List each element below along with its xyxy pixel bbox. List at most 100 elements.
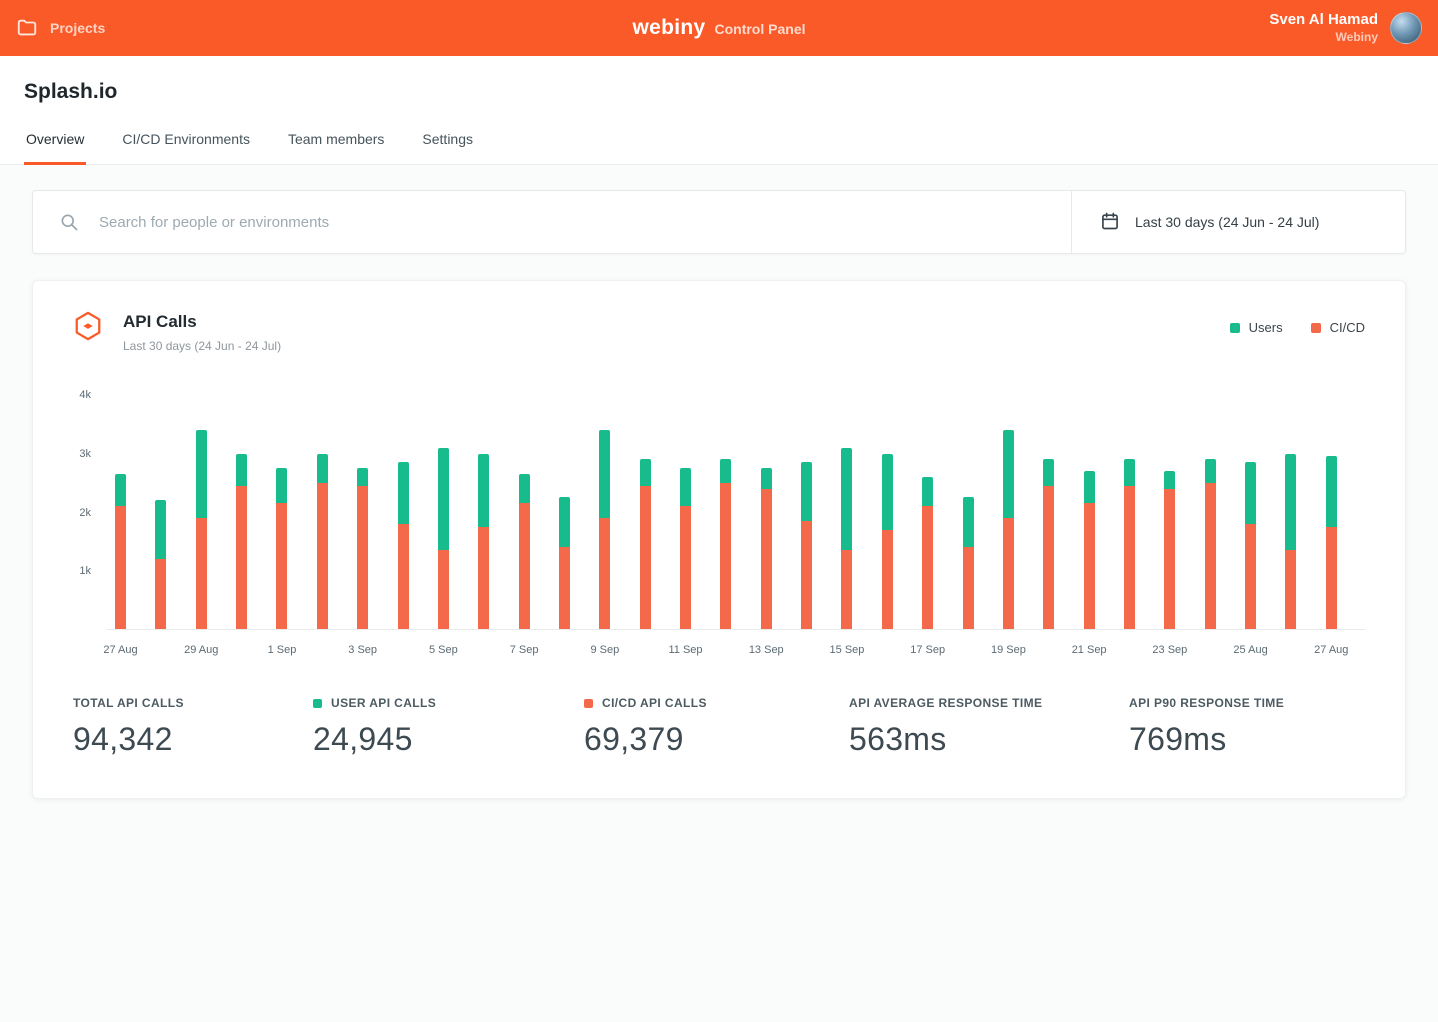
bar-segment-users[interactable]: [801, 462, 812, 521]
bar-segment-users[interactable]: [1245, 462, 1256, 523]
tab-overview[interactable]: Overview: [24, 131, 86, 165]
bar-segment-cicd[interactable]: [922, 506, 933, 629]
bar-segment-cicd[interactable]: [1326, 527, 1337, 629]
bar-segment-users[interactable]: [398, 462, 409, 523]
bar-segment-users[interactable]: [1084, 471, 1095, 503]
bar-segment-cicd[interactable]: [963, 547, 974, 629]
x-axis-label: 23 Sep: [1152, 644, 1187, 656]
bar-segment-cicd[interactable]: [1084, 503, 1095, 629]
bar-segment-users[interactable]: [1043, 459, 1054, 485]
bar-segment-cicd[interactable]: [1245, 524, 1256, 629]
bar-segment-cicd[interactable]: [761, 489, 772, 629]
bar-segment-cicd[interactable]: [398, 524, 409, 629]
y-axis-label: 1k: [79, 565, 91, 577]
stat-label-text: API P90 RESPONSE TIME: [1129, 696, 1284, 710]
bar-segment-users[interactable]: [155, 500, 166, 559]
bar-segment-cicd[interactable]: [1164, 489, 1175, 629]
bar-segment-cicd[interactable]: [1205, 483, 1216, 629]
bar-segment-users[interactable]: [1205, 459, 1216, 482]
avatar[interactable]: [1390, 12, 1422, 44]
y-axis-label: 3k: [79, 448, 91, 460]
bar-segment-cicd[interactable]: [1003, 518, 1014, 629]
bar-segment-users[interactable]: [1326, 456, 1337, 526]
bar-segment-users[interactable]: [599, 430, 610, 518]
bar-segment-users[interactable]: [559, 497, 570, 547]
bar-segment-users[interactable]: [1164, 471, 1175, 489]
bar-segment-users[interactable]: [276, 468, 287, 503]
bar-segment-cicd[interactable]: [478, 527, 489, 629]
bar-segment-cicd[interactable]: [680, 506, 691, 629]
bar-segment-cicd[interactable]: [438, 550, 449, 629]
bar-segment-users[interactable]: [1124, 459, 1135, 485]
bar-segment-cicd[interactable]: [236, 486, 247, 629]
date-range-picker[interactable]: Last 30 days (24 Jun - 24 Jul): [1071, 191, 1405, 253]
bar-segment-users[interactable]: [963, 497, 974, 547]
tab-team-members[interactable]: Team members: [286, 131, 386, 165]
bar-segment-users[interactable]: [478, 454, 489, 527]
user-name: Sven Al Hamad: [1269, 10, 1378, 30]
bar-segment-users[interactable]: [236, 454, 247, 486]
bar-segment-cicd[interactable]: [357, 486, 368, 629]
bar-segment-cicd[interactable]: [1043, 486, 1054, 629]
bar-segment-cicd[interactable]: [640, 486, 651, 629]
bar-segment-users[interactable]: [841, 448, 852, 550]
user-meta: Sven Al Hamad Webiny: [1269, 10, 1378, 45]
bar-segment-cicd[interactable]: [317, 483, 328, 629]
search-input[interactable]: [97, 213, 1045, 232]
bar-segment-cicd[interactable]: [155, 559, 166, 629]
bar-16: [720, 395, 731, 629]
y-axis-label: 4k: [79, 389, 91, 401]
bar-12: [559, 395, 570, 629]
bar-segment-users[interactable]: [720, 459, 731, 482]
x-axis-label: 9 Sep: [590, 644, 619, 656]
bar-27: 23 Sep: [1164, 395, 1175, 629]
bar-29: 25 Aug: [1245, 395, 1256, 629]
bar-segment-cicd[interactable]: [801, 521, 812, 629]
bar-segment-users[interactable]: [438, 448, 449, 550]
x-axis-label: 11 Sep: [669, 644, 703, 656]
x-axis-label: 25 Aug: [1233, 644, 1267, 656]
legend-users[interactable]: Users: [1230, 320, 1283, 335]
legend-label: CI/CD: [1330, 320, 1365, 335]
projects-nav[interactable]: Projects: [16, 17, 105, 39]
bar-15: 11 Sep: [680, 395, 691, 629]
bar-segment-users[interactable]: [196, 430, 207, 518]
webiny-logo: webiny: [633, 16, 706, 40]
x-axis-label: 17 Sep: [910, 644, 945, 656]
bar-segment-users[interactable]: [1285, 454, 1296, 551]
bar-3: 29 Aug: [196, 395, 207, 629]
bar-segment-users[interactable]: [882, 454, 893, 530]
bar-28: [1205, 395, 1216, 629]
legend-ci-cd[interactable]: CI/CD: [1311, 320, 1365, 335]
bar-segment-cicd[interactable]: [196, 518, 207, 629]
search-box[interactable]: [33, 191, 1071, 253]
bar-31: 27 Aug: [1326, 395, 1337, 629]
bar-segment-users[interactable]: [761, 468, 772, 488]
bar-segment-users[interactable]: [640, 459, 651, 485]
bar-segment-users[interactable]: [519, 474, 530, 503]
bar-segment-cicd[interactable]: [882, 530, 893, 629]
bar-segment-cicd[interactable]: [519, 503, 530, 629]
bar-segment-cicd[interactable]: [1124, 486, 1135, 629]
topbar-left: Projects: [16, 17, 105, 39]
bar-segment-cicd[interactable]: [841, 550, 852, 629]
bar-segment-users[interactable]: [680, 468, 691, 506]
bar-segment-cicd[interactable]: [599, 518, 610, 629]
bar-segment-users[interactable]: [317, 454, 328, 483]
bar-segment-cicd[interactable]: [115, 506, 126, 629]
bar-segment-users[interactable]: [115, 474, 126, 506]
bar-segment-cicd[interactable]: [276, 503, 287, 629]
bar-segment-cicd[interactable]: [720, 483, 731, 629]
bar-1: 27 Aug: [115, 395, 126, 629]
bar-segment-cicd[interactable]: [559, 547, 570, 629]
stat-value: 69,379: [584, 721, 849, 758]
tab-ci-cd-environments[interactable]: CI/CD Environments: [120, 131, 252, 165]
bar-4: [236, 395, 247, 629]
bar-segment-users[interactable]: [922, 477, 933, 506]
bar-segment-users[interactable]: [357, 468, 368, 486]
bar-segment-users[interactable]: [1003, 430, 1014, 518]
tab-settings[interactable]: Settings: [420, 131, 475, 165]
chart-subtitle: Last 30 days (24 Jun - 24 Jul): [123, 339, 281, 353]
bar-segment-cicd[interactable]: [1285, 550, 1296, 629]
bar-6: [317, 395, 328, 629]
